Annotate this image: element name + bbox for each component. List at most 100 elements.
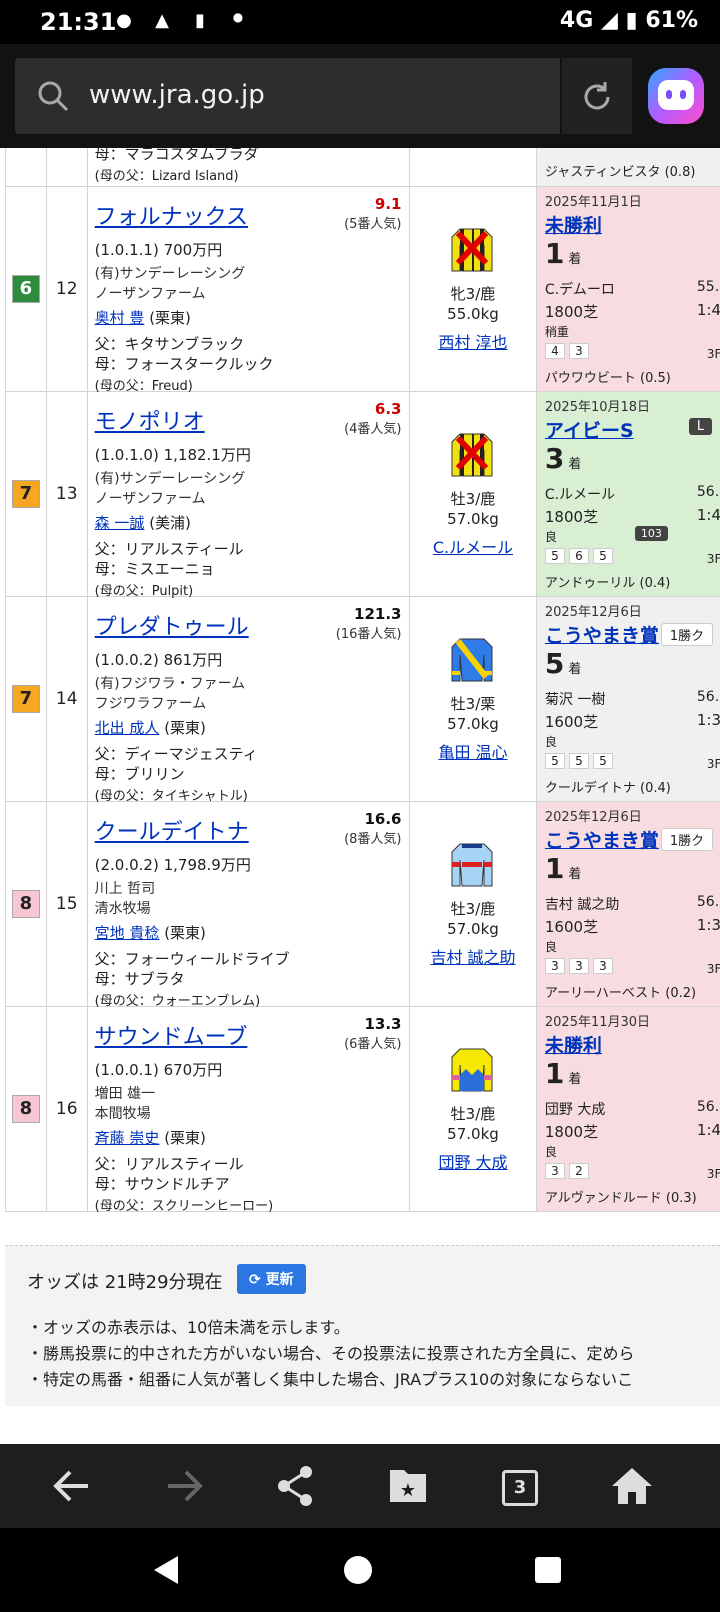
prev-distance: 1800芝: [544, 303, 599, 321]
trainer-link[interactable]: 宮地 貴稔: [95, 924, 160, 942]
corner-position: 2: [568, 1163, 589, 1179]
trainer: 奥村 豊 (栗東): [95, 307, 191, 328]
prev-finish: 1着: [545, 1057, 582, 1090]
sex-age: 牡3/鹿: [450, 900, 496, 918]
prev-corner-positions: 565: [544, 548, 617, 564]
jockey-link[interactable]: C.ルメール: [410, 534, 535, 558]
status-right: 4G ◢ ▮ 61%: [560, 8, 698, 33]
reload-button[interactable]: [562, 58, 632, 134]
bms-name: (母の父：スクリーンヒーロー): [94, 1199, 274, 1214]
prev-last-3f: 3F 33.: [706, 757, 720, 771]
address-bar[interactable]: www.jra.go.jp: [15, 58, 560, 134]
line-icon: ●: [116, 10, 132, 31]
previous-race: 2025年12月6日中京こうやまき賞1勝ク1着8頭 6番4番人気吉村 誠之助56…: [535, 801, 720, 1007]
jockey-link[interactable]: 亀田 温心: [410, 739, 535, 763]
jockey-link[interactable]: 吉村 誠之助: [410, 944, 535, 968]
career-record: (2.0.0.2) 1,798.9万円: [94, 856, 251, 874]
notes-icon: ▮: [195, 10, 205, 31]
horse-name-link[interactable]: モノポリオ: [95, 404, 205, 436]
jockey-link[interactable]: 団野 大成: [410, 1149, 535, 1173]
corner-position: 5: [544, 548, 565, 564]
waku-cell: 8: [5, 1006, 47, 1212]
browser-toolbar: www.jra.go.jp: [0, 44, 720, 148]
dam-name: 母：ミスエーニョ: [94, 560, 215, 578]
trainer-location: (栗東): [149, 309, 191, 327]
horse-row: 8 15 クールデイトナ 16.6 (8番人気) (2.0.0.2) 1,798.9万円川…: [5, 801, 720, 1009]
system-nav-bar: [0, 1528, 720, 1612]
prev-weight: 55.0kg: [696, 279, 720, 295]
finish-suffix: 着: [568, 457, 582, 472]
silks-icon: [446, 225, 498, 277]
prev-race-name-link[interactable]: 未勝利: [545, 1031, 602, 1058]
finish-suffix: 着: [568, 1072, 582, 1087]
refresh-button[interactable]: ⟳ 更新: [237, 1264, 306, 1294]
horse-name-link[interactable]: フォルナックス: [95, 199, 248, 231]
system-recents-icon[interactable]: [534, 1556, 562, 1584]
horse-row: 7 14 プレダトゥール 121.3 (16番人気) (1.0.0.2) 861万円 (有)…: [5, 596, 720, 804]
popularity: (4番人気): [344, 422, 402, 437]
prev-race-date: 2025年11月1日: [544, 195, 642, 210]
prev-race-name-link[interactable]: アイビーS: [545, 416, 634, 443]
forward-icon[interactable]: [160, 1464, 208, 1508]
prev-finish-position: 5: [544, 647, 565, 680]
jockey-link[interactable]: 西村 淳也: [410, 329, 535, 353]
home-icon[interactable]: [608, 1464, 656, 1508]
prev-race-name-link[interactable]: 未勝利: [545, 211, 602, 238]
popularity: (6番人気): [344, 1037, 402, 1052]
tabs-button[interactable]: 3: [496, 1464, 544, 1508]
dam-name: 母：ブリリン: [94, 765, 185, 783]
waku-number: 6: [11, 275, 40, 303]
back-icon[interactable]: [48, 1464, 96, 1508]
waku-number: 7: [11, 685, 40, 713]
horse-info: モノポリオ 6.3 (4番人気) (1.0.1.0) 1,182.1万円 (有)サンデー…: [86, 391, 411, 599]
waku-cell: 7: [5, 596, 47, 802]
trainer-link[interactable]: 北出 成人: [95, 719, 160, 737]
prev-race-name-link[interactable]: こうやまき賞: [545, 826, 659, 853]
prev-popularity: 7番人気: [669, 665, 720, 684]
owner-name: 増田 雄一: [94, 1086, 156, 1102]
assistant-icon[interactable]: [648, 68, 704, 124]
prev-time: 1:47.: [696, 506, 720, 524]
horse-name-link[interactable]: プレダトゥール: [95, 609, 249, 641]
career-record: (1.0.1.1) 700万円: [94, 241, 223, 259]
trainer-link[interactable]: 斉藤 崇史: [95, 1129, 160, 1147]
dam-name: 母：サブラタ: [94, 970, 185, 988]
horse-info: プレダトゥール 121.3 (16番人気) (1.0.0.2) 861万円 (有)フジワ…: [86, 596, 411, 804]
finish-suffix: 着: [568, 252, 582, 267]
prev-race-name-link[interactable]: こうやまき賞: [545, 621, 659, 648]
horse-name-link[interactable]: サウンドムーブ: [95, 1019, 248, 1051]
prev-track-condition: 良: [544, 1145, 557, 1159]
carried-weight: 55.0kg: [447, 305, 499, 323]
waku-number: 7: [11, 480, 40, 508]
trainer-link[interactable]: 森 一誠: [95, 514, 145, 532]
status-time: 21:31: [40, 8, 117, 36]
system-back-icon[interactable]: [150, 1554, 182, 1586]
system-home-icon[interactable]: [342, 1554, 374, 1586]
share-icon[interactable]: [272, 1464, 320, 1508]
prev-race-class: 1勝ク: [660, 623, 714, 646]
previous-race: 2025年12月6日中京こうやまき賞1勝ク5着8頭 3番7番人気菊沢 一樹56.…: [535, 596, 720, 802]
corner-position: 3: [544, 1163, 565, 1179]
odds-time: オッズは 21時29分現在: [27, 1272, 223, 1293]
jockey-info: 牡3/栗 57.0kg 亀田 温心: [409, 596, 537, 802]
previous-race: 2025年10月18日東京アイビーSL3着7頭 3番3番人気C.ルメール56.0…: [535, 391, 720, 597]
horse-name-link[interactable]: クールデイトナ: [95, 814, 249, 846]
sire-name: 父：フォーウィールドライブ: [94, 950, 290, 968]
trainer-link[interactable]: 奥村 豊: [95, 309, 145, 327]
breeder-name: 清水牧場: [94, 901, 151, 917]
popularity: (5番人気): [344, 217, 402, 232]
trainer: 宮地 貴稔 (栗東): [95, 922, 206, 943]
dam-name: 母：フォースタークルック: [94, 355, 274, 373]
prev-track-condition: 良: [544, 940, 557, 954]
dam-name: 母：マラコスタムブラダ: [94, 148, 259, 163]
waku-number: 8: [11, 890, 40, 918]
career-record: (1.0.0.2) 861万円: [94, 651, 223, 669]
odds-note: ・勝馬投票に的中された方がいない場合、その投票法に投票された方全員に、定めら: [27, 1344, 635, 1363]
jockey-info: 牡3/鹿 57.0kg 吉村 誠之助: [409, 801, 537, 1007]
bookmark-icon[interactable]: ★: [384, 1464, 432, 1508]
breeder-name: 本間牧場: [94, 1106, 151, 1122]
prev-jockey: C.ルメール: [544, 487, 616, 503]
carried-weight: 57.0kg: [447, 510, 499, 528]
win-odds: 6.3: [374, 400, 402, 418]
trainer: 斉藤 崇史 (栗東): [95, 1127, 206, 1148]
